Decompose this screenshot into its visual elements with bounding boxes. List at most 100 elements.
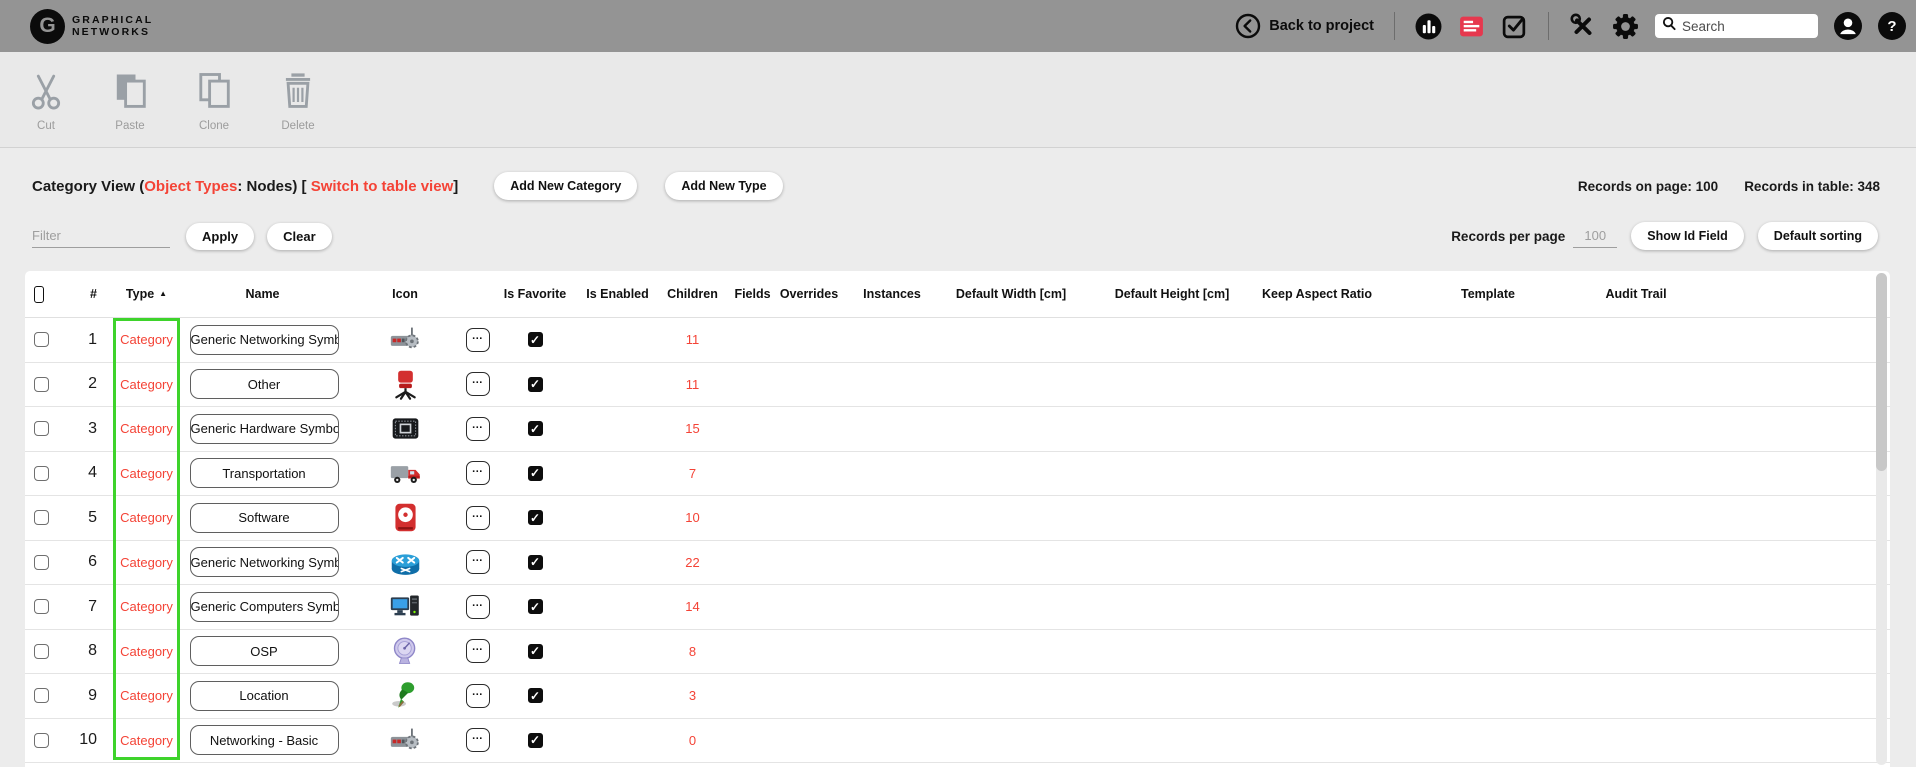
header-fields[interactable]: Fields bbox=[730, 271, 775, 317]
object-types-link[interactable]: Object Types bbox=[144, 178, 237, 195]
header-template[interactable]: Template bbox=[1371, 271, 1605, 317]
add-new-category-button[interactable]: Add New Category bbox=[494, 172, 637, 200]
scrollbar-thumb[interactable] bbox=[1876, 273, 1887, 471]
name-field[interactable] bbox=[190, 458, 339, 488]
header-name[interactable]: Name bbox=[180, 271, 345, 317]
help-icon[interactable]: ? bbox=[1878, 12, 1906, 40]
type-link[interactable]: Category bbox=[120, 733, 173, 748]
header-type[interactable]: Type▲ bbox=[113, 271, 180, 317]
type-link[interactable]: Category bbox=[120, 555, 173, 570]
children-link[interactable]: 11 bbox=[686, 377, 700, 392]
header-is-favorite[interactable]: Is Favorite bbox=[490, 271, 580, 317]
icon-picker-button[interactable]: ... bbox=[466, 328, 490, 352]
row-checkbox[interactable] bbox=[34, 555, 49, 570]
show-id-field-button[interactable]: Show Id Field bbox=[1631, 222, 1744, 250]
row-checkbox[interactable] bbox=[34, 377, 49, 392]
apply-button[interactable]: Apply bbox=[186, 223, 254, 250]
clone-button[interactable]: Clone bbox=[182, 52, 246, 147]
name-field[interactable] bbox=[190, 414, 339, 444]
row-checkbox[interactable] bbox=[34, 644, 49, 659]
icon-picker-button[interactable]: ... bbox=[466, 417, 490, 441]
header-instances[interactable]: Instances bbox=[843, 271, 941, 317]
type-link[interactable]: Category bbox=[120, 644, 173, 659]
stats-icon[interactable] bbox=[1415, 13, 1442, 40]
is-favorite-checkbox[interactable] bbox=[528, 421, 543, 436]
row-checkbox[interactable] bbox=[34, 466, 49, 481]
row-checkbox[interactable] bbox=[34, 688, 49, 703]
type-link[interactable]: Category bbox=[120, 466, 173, 481]
children-link[interactable]: 0 bbox=[689, 733, 696, 748]
tasks-icon[interactable] bbox=[1501, 13, 1528, 40]
icon-picker-button[interactable]: ... bbox=[466, 506, 490, 530]
icon-picker-button[interactable]: ... bbox=[466, 372, 490, 396]
row-checkbox[interactable] bbox=[34, 733, 49, 748]
children-link[interactable]: 8 bbox=[689, 644, 696, 659]
children-link[interactable]: 22 bbox=[685, 555, 699, 570]
paste-button[interactable]: Paste bbox=[98, 52, 162, 147]
header-keep-aspect-ratio[interactable]: Keep Aspect Ratio bbox=[1263, 271, 1371, 317]
header-audit-trail[interactable]: Audit Trail bbox=[1605, 271, 1667, 317]
is-favorite-checkbox[interactable] bbox=[528, 377, 543, 392]
type-link[interactable]: Category bbox=[120, 688, 173, 703]
filter-input[interactable] bbox=[32, 224, 170, 248]
name-field[interactable] bbox=[190, 325, 339, 355]
header-children[interactable]: Children bbox=[655, 271, 730, 317]
catalog-icon[interactable] bbox=[1458, 13, 1485, 40]
user-icon[interactable] bbox=[1834, 12, 1862, 40]
children-link[interactable]: 3 bbox=[689, 688, 696, 703]
name-field[interactable] bbox=[190, 503, 339, 533]
vertical-scrollbar[interactable] bbox=[1876, 273, 1887, 765]
switch-to-table-view-link[interactable]: Switch to table view bbox=[311, 178, 454, 195]
back-to-project-button[interactable]: Back to project bbox=[1234, 13, 1374, 40]
icon-picker-button[interactable]: ... bbox=[466, 728, 490, 752]
name-field[interactable] bbox=[190, 369, 339, 399]
children-link[interactable]: 10 bbox=[685, 510, 699, 525]
name-field[interactable] bbox=[190, 636, 339, 666]
icon-picker-button[interactable]: ... bbox=[466, 550, 490, 574]
is-favorite-checkbox[interactable] bbox=[528, 688, 543, 703]
clear-button[interactable]: Clear bbox=[267, 223, 332, 250]
name-field[interactable] bbox=[190, 681, 339, 711]
header-default-width[interactable]: Default Width [cm] bbox=[941, 271, 1081, 317]
type-link[interactable]: Category bbox=[120, 332, 173, 347]
gear-icon[interactable] bbox=[1612, 13, 1639, 40]
header-number[interactable]: # bbox=[71, 271, 113, 317]
is-favorite-checkbox[interactable] bbox=[528, 733, 543, 748]
is-favorite-checkbox[interactable] bbox=[528, 644, 543, 659]
is-favorite-checkbox[interactable] bbox=[528, 466, 543, 481]
select-all-checkbox-icon[interactable] bbox=[34, 286, 44, 303]
is-favorite-checkbox[interactable] bbox=[528, 332, 543, 347]
children-link[interactable]: 11 bbox=[686, 332, 700, 347]
name-field[interactable] bbox=[190, 592, 339, 622]
header-icon[interactable]: Icon bbox=[345, 271, 465, 317]
is-favorite-checkbox[interactable] bbox=[528, 555, 543, 570]
delete-button[interactable]: Delete bbox=[266, 52, 330, 147]
brand-logo[interactable]: G GRAPHICAL NETWORKS bbox=[30, 9, 153, 44]
icon-picker-button[interactable]: ... bbox=[466, 684, 490, 708]
type-link[interactable]: Category bbox=[120, 421, 173, 436]
row-checkbox[interactable] bbox=[34, 510, 49, 525]
name-field[interactable] bbox=[190, 547, 339, 577]
default-sorting-button[interactable]: Default sorting bbox=[1758, 222, 1878, 250]
cut-button[interactable]: Cut bbox=[14, 52, 78, 147]
row-checkbox[interactable] bbox=[34, 332, 49, 347]
type-link[interactable]: Category bbox=[120, 599, 173, 614]
children-link[interactable]: 15 bbox=[685, 421, 699, 436]
type-link[interactable]: Category bbox=[120, 510, 173, 525]
icon-picker-button[interactable]: ... bbox=[466, 639, 490, 663]
row-checkbox[interactable] bbox=[34, 421, 49, 436]
type-link[interactable]: Category bbox=[120, 377, 173, 392]
add-new-type-button[interactable]: Add New Type bbox=[665, 172, 782, 200]
header-default-height[interactable]: Default Height [cm] bbox=[1081, 271, 1263, 317]
name-field[interactable] bbox=[190, 725, 339, 755]
row-checkbox[interactable] bbox=[34, 599, 49, 614]
icon-picker-button[interactable]: ... bbox=[466, 461, 490, 485]
children-link[interactable]: 7 bbox=[689, 466, 696, 481]
is-favorite-checkbox[interactable] bbox=[528, 599, 543, 614]
header-overrides[interactable]: Overrides bbox=[775, 271, 843, 317]
header-is-enabled[interactable]: Is Enabled bbox=[580, 271, 655, 317]
search-input[interactable] bbox=[1682, 19, 1807, 34]
tools-icon[interactable] bbox=[1569, 13, 1596, 40]
icon-picker-button[interactable]: ... bbox=[466, 595, 490, 619]
records-per-page-input[interactable] bbox=[1573, 224, 1617, 248]
